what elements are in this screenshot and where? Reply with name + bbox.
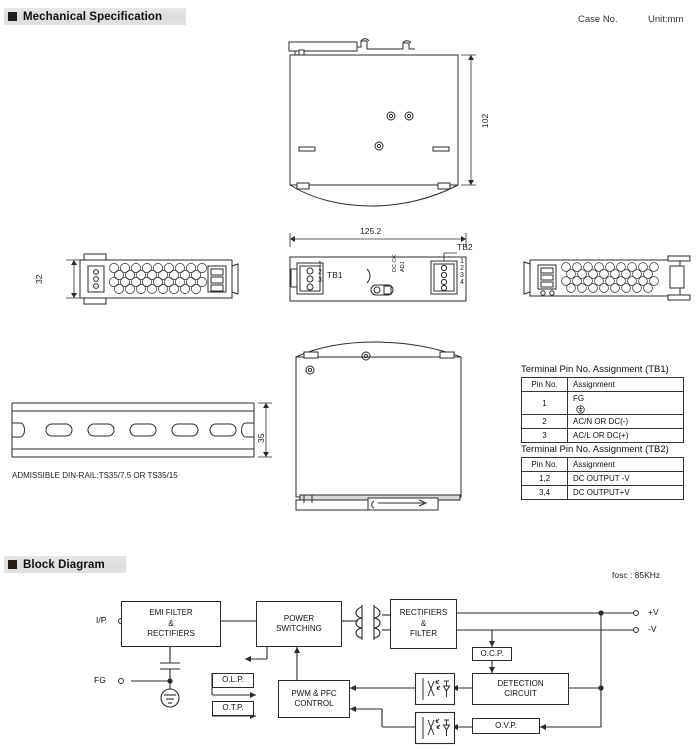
table-row: 2 AC/N OR DC(-) <box>521 414 684 429</box>
section-header-mechanical-specification: Mechanical Specification <box>4 8 186 25</box>
cell-assignment: DC OUTPUT+V <box>567 485 684 500</box>
block-pwm-pfc-control: PWM & PFC CONTROL <box>278 680 350 718</box>
pin-assignment-table-tb2: Pin No. Assignment 1,2 DC OUTPUT -V 3,4 … <box>521 457 684 500</box>
block-ocp: O.C.P. <box>472 647 512 661</box>
tb2-pin-3: 3 <box>460 272 464 279</box>
cell-assignment: DC OUTPUT -V <box>567 471 684 486</box>
block-label: DETECTION CIRCUIT <box>497 678 544 699</box>
dimension-label-125-2: 125.2 <box>360 226 382 236</box>
output-positive-terminal <box>633 610 639 616</box>
drawing-din-rail <box>10 395 272 473</box>
tb2-pin-1: 1 <box>460 258 464 265</box>
block-rectifiers-filter: RECTIFIERS & FILTER <box>390 599 457 649</box>
cell-pin-no: 1 <box>521 391 568 415</box>
dimension-label-32: 32 <box>34 274 44 284</box>
cell-pin-no: 2 <box>521 414 568 429</box>
table-header-row: Pin No. Assignment <box>521 457 684 472</box>
block-power-switching: POWER SWITCHING <box>256 601 342 647</box>
output-negative-terminal <box>633 627 639 633</box>
table-row: 3 AC/L OR DC(+) <box>521 428 684 443</box>
block-label: EMI FILTER & RECTIFIERS <box>147 608 195 639</box>
terminal-label-tb2: TB2 <box>457 242 473 252</box>
section-header-block-diagram: Block Diagram <box>4 556 126 573</box>
block-emi-filter-rectifiers: EMI FILTER & RECTIFIERS <box>121 601 221 647</box>
section-title-text: Block Diagram <box>23 558 105 571</box>
block-detection-circuit: DETECTION CIRCUIT <box>472 673 569 705</box>
fosc-label: fosc : 85KHz <box>612 570 661 580</box>
block-label: O.C.P. <box>480 648 504 658</box>
cell-pin-no: 3,4 <box>521 485 568 500</box>
column-header-pin-no: Pin No. <box>521 457 568 472</box>
drawing-left-side-view <box>22 248 262 308</box>
column-header-assignment: Assignment <box>567 457 684 472</box>
block-ovp: O.V.P. <box>472 718 540 734</box>
din-rail-note: ADMISSIBLE DIN-RAIL:TS35/7.5 OR TS35/15 <box>12 471 178 480</box>
panel-marking-dc-ok: DC OK <box>392 254 398 272</box>
block-label: O.T.P. <box>222 703 244 713</box>
tb2-pin-2: 2 <box>460 265 464 272</box>
optocoupler-upper <box>414 672 456 706</box>
block-label: RECTIFIERS & FILTER <box>399 608 448 639</box>
drawing-right-side-view <box>518 250 698 305</box>
tb1-pin-2: 2 <box>318 269 322 276</box>
section-title-text: Mechanical Specification <box>23 10 163 23</box>
block-label: O.V.P. <box>495 720 517 730</box>
column-header-assignment: Assignment <box>567 377 684 392</box>
tb1-pin-3: 3 <box>318 277 322 284</box>
dimension-label-35: 35 <box>256 433 266 443</box>
input-label: I/P <box>96 615 107 625</box>
terminal-label-tb1: TB1 <box>327 270 343 280</box>
table-row: 1,2 DC OUTPUT -V <box>521 471 684 486</box>
tb1-pin-1: 1 <box>318 261 322 268</box>
table-row: 3,4 DC OUTPUT+V <box>521 485 684 500</box>
table-row: 1 FG <box>521 391 684 415</box>
drawing-rear-view <box>278 335 493 511</box>
ground-terminal-circle <box>118 678 124 684</box>
cell-pin-no: 3 <box>521 428 568 443</box>
optocoupler-lower <box>414 711 456 745</box>
table-caption-tb2: Terminal Pin No. Assignment (TB2) <box>521 444 669 455</box>
block-label: O.L.P. <box>222 675 244 685</box>
drawing-front-view <box>285 225 475 305</box>
column-header-pin-no: Pin No. <box>521 377 568 392</box>
cell-pin-no: 1,2 <box>521 471 568 486</box>
table-header-row: Pin No. Assignment <box>521 377 684 392</box>
output-negative-label: -V <box>648 624 657 634</box>
cell-assignment: FG <box>567 391 684 415</box>
assignment-text: FG <box>573 394 585 403</box>
drawing-top-view <box>275 35 490 215</box>
earth-ground-icon <box>576 405 585 414</box>
block-otp: O.T.P. <box>212 701 254 716</box>
tb2-pin-4: 4 <box>460 279 464 286</box>
block-olp: O.L.P. <box>212 673 254 688</box>
unit-label: Unit:mm <box>648 14 684 25</box>
table-caption-tb1: Terminal Pin No. Assignment (TB1) <box>521 364 669 375</box>
cell-assignment: AC/L OR DC(+) <box>567 428 684 443</box>
block-label: POWER SWITCHING <box>276 613 322 634</box>
output-positive-label: +V <box>648 607 659 617</box>
dimension-label-102: 102 <box>480 113 490 128</box>
ground-label: FG <box>94 675 106 685</box>
bullet-square-icon <box>8 560 17 569</box>
pin-assignment-table-tb1: Pin No. Assignment 1 FG 2 AC/N OR DC(-) … <box>521 377 684 443</box>
case-no-label: Case No. <box>578 14 618 25</box>
block-label: PWM & PFC CONTROL <box>291 688 337 709</box>
panel-marking-adj: ADJ <box>400 261 406 272</box>
cell-assignment: AC/N OR DC(-) <box>567 414 684 429</box>
bullet-square-icon <box>8 12 17 21</box>
block-diagram-wiring <box>0 585 700 750</box>
